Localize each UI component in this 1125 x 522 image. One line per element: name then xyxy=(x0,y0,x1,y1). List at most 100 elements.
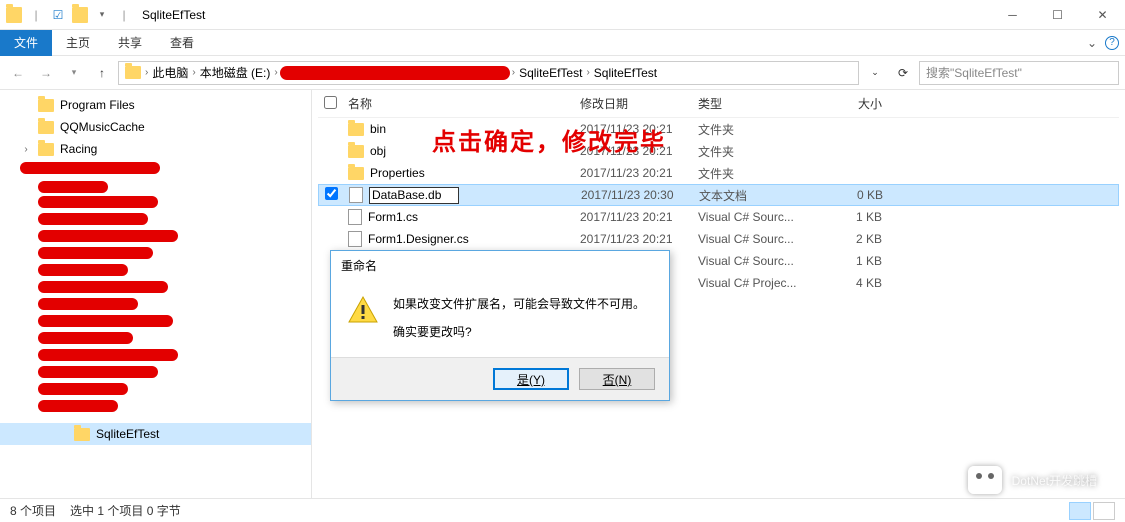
file-row[interactable]: Properties2017/11/23 20:21文件夹 xyxy=(318,162,1119,184)
tree-item[interactable]: QQMusicCache xyxy=(0,116,311,138)
chevron-right-icon[interactable]: › xyxy=(274,67,277,78)
dialog-text: 如果改变文件扩展名，可能会导致文件不可用。 确实要更改吗? xyxy=(393,294,645,343)
qat-dropdown-icon[interactable]: ▾ xyxy=(94,7,110,23)
select-all-checkbox[interactable] xyxy=(318,96,342,112)
qat-sep: | xyxy=(116,7,132,23)
redacted-item xyxy=(20,162,311,177)
redacted-item xyxy=(20,264,311,279)
ribbon-expand-icon[interactable]: ⌄ xyxy=(1087,36,1097,50)
redacted-path xyxy=(280,66,510,80)
file-size: 1 KB xyxy=(820,210,890,224)
qat-sep: | xyxy=(28,7,44,23)
refresh-button[interactable]: ⟳ xyxy=(891,61,915,85)
breadcrumb-item[interactable]: 本地磁盘 (E:) xyxy=(198,64,273,81)
col-name[interactable]: 名称 xyxy=(342,95,580,112)
file-size: 1 KB xyxy=(820,254,890,268)
file-row[interactable]: DataBase.db2017/11/23 20:30文本文档0 KB xyxy=(318,184,1119,206)
file-name: Properties xyxy=(370,166,425,180)
file-name: bin xyxy=(370,122,386,136)
col-date[interactable]: 修改日期 xyxy=(580,95,698,112)
chevron-right-icon[interactable]: › xyxy=(512,67,515,78)
dialog-line2: 确实要更改吗? xyxy=(393,322,645,344)
folder-icon xyxy=(74,428,90,441)
file-icon xyxy=(348,231,362,247)
breadcrumb[interactable]: › 此电脑 › 本地磁盘 (E:) › › SqliteEfTest › Sql… xyxy=(118,61,859,85)
status-count: 8 个项目 xyxy=(10,502,56,519)
file-row[interactable]: Form1.cs 2017/11/23 20:21Visual C# Sourc.… xyxy=(318,206,1119,228)
file-date: 2017/11/23 20:30 xyxy=(581,188,699,202)
redacted-item xyxy=(20,366,311,381)
rename-input[interactable]: DataBase.db xyxy=(369,187,459,204)
view-details-button[interactable] xyxy=(1069,502,1091,520)
chevron-right-icon[interactable]: › xyxy=(192,67,195,78)
maximize-button[interactable]: ☐ xyxy=(1035,0,1080,30)
file-icon xyxy=(348,209,362,225)
folder-icon xyxy=(38,99,54,112)
annotation-overlay: 点击确定，修改完毕 xyxy=(432,122,666,157)
chevron-right-icon[interactable]: › xyxy=(145,67,148,78)
nav-recent-button[interactable]: ▾ xyxy=(62,61,86,85)
breadcrumb-item[interactable]: 此电脑 xyxy=(150,64,190,81)
tree-item-selected[interactable]: SqliteEfTest xyxy=(0,423,311,445)
file-icon xyxy=(349,187,363,203)
file-type: Visual C# Sourc... xyxy=(698,210,820,224)
redacted-item xyxy=(20,298,311,313)
tab-home[interactable]: 主页 xyxy=(52,30,104,55)
tree-item[interactable]: › Racing xyxy=(0,138,311,160)
folder-icon xyxy=(72,7,88,23)
nav-forward-button: → xyxy=(34,61,58,85)
folder-icon xyxy=(38,121,54,134)
dialog-line1: 如果改变文件扩展名，可能会导致文件不可用。 xyxy=(393,294,645,316)
chevron-right-icon[interactable]: › xyxy=(20,144,32,155)
nav-bar: ← → ▾ ↑ › 此电脑 › 本地磁盘 (E:) › › SqliteEfTe… xyxy=(0,56,1125,90)
breadcrumb-item[interactable]: SqliteEfTest xyxy=(517,66,584,80)
file-tab[interactable]: 文件 xyxy=(0,30,52,56)
file-type: Visual C# Projec... xyxy=(698,276,820,290)
dialog-yes-button[interactable]: 是(Y) xyxy=(493,368,569,390)
nav-up-button[interactable]: ↑ xyxy=(90,61,114,85)
tree-item-label: SqliteEfTest xyxy=(96,427,159,441)
minimize-button[interactable]: ─ xyxy=(990,0,1035,30)
file-type: Visual C# Sourc... xyxy=(698,232,820,246)
folder-icon xyxy=(38,143,54,156)
folder-icon xyxy=(348,123,364,136)
redacted-item xyxy=(20,315,311,330)
redacted-item xyxy=(20,400,311,415)
tree-item-label: QQMusicCache xyxy=(60,120,145,134)
tree-item-label: Program Files xyxy=(60,98,135,112)
file-row[interactable]: Form1.Designer.cs2017/11/23 20:21Visual … xyxy=(318,228,1119,250)
folder-icon xyxy=(348,167,364,180)
tab-view[interactable]: 查看 xyxy=(156,30,208,55)
search-placeholder: 搜索"SqliteEfTest" xyxy=(926,64,1022,81)
breadcrumb-item[interactable]: SqliteEfTest xyxy=(592,66,659,80)
rename-dialog: 重命名 如果改变文件扩展名，可能会导致文件不可用。 确实要更改吗? 是(Y) 否… xyxy=(330,250,670,401)
file-date: 2017/11/23 20:21 xyxy=(580,210,698,224)
redacted-item xyxy=(20,196,311,211)
col-size[interactable]: 大小 xyxy=(820,95,890,112)
dialog-no-button[interactable]: 否(N) xyxy=(579,368,655,390)
row-checkbox[interactable] xyxy=(319,187,343,203)
tree-item-label: Racing xyxy=(60,142,97,156)
file-type: 文件夹 xyxy=(698,143,820,160)
breadcrumb-root-icon[interactable] xyxy=(123,66,143,79)
file-size: 4 KB xyxy=(820,276,890,290)
close-button[interactable]: ✕ xyxy=(1080,0,1125,30)
file-size: 2 KB xyxy=(820,232,890,246)
titlebar: | ☑ ▾ | SqliteEfTest ─ ☐ ✕ xyxy=(0,0,1125,30)
file-size: 0 KB xyxy=(821,188,891,202)
qat-check-icon[interactable]: ☑ xyxy=(50,7,66,23)
view-thumbs-button[interactable] xyxy=(1093,502,1115,520)
breadcrumb-dropdown-button[interactable]: ⌄ xyxy=(863,61,887,85)
nav-tree[interactable]: Program Files QQMusicCache › Racing Sqlit… xyxy=(0,90,312,498)
tab-share[interactable]: 共享 xyxy=(104,30,156,55)
tree-item[interactable]: Program Files xyxy=(0,94,311,116)
chevron-right-icon[interactable]: › xyxy=(586,67,589,78)
nav-back-button[interactable]: ← xyxy=(6,61,30,85)
col-type[interactable]: 类型 xyxy=(698,95,820,112)
file-name: Form1.cs xyxy=(368,210,418,224)
search-input[interactable]: 搜索"SqliteEfTest" xyxy=(919,61,1119,85)
file-date: 2017/11/23 20:21 xyxy=(580,166,698,180)
file-name: obj xyxy=(370,144,386,158)
help-icon[interactable]: ? xyxy=(1105,36,1119,50)
redacted-item xyxy=(20,247,311,262)
